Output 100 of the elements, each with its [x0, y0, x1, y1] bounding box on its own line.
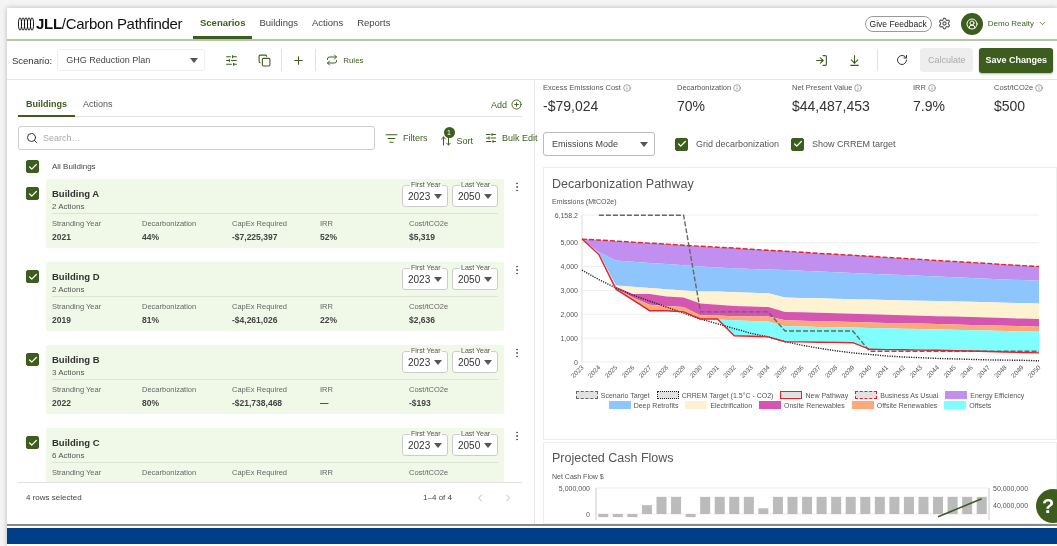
caret-icon — [434, 277, 442, 282]
metric-value: 81% — [142, 315, 160, 325]
checkbox[interactable] — [26, 436, 39, 449]
caret-icon — [190, 57, 199, 63]
tab[interactable]: Actions — [75, 92, 121, 117]
mode-select[interactable]: Emissions Mode — [543, 132, 655, 156]
legend-swatch — [608, 401, 631, 409]
metric-value: 2021 — [52, 232, 72, 242]
legend-swatch — [656, 391, 679, 399]
metric-value: 80% — [142, 398, 160, 408]
help-button[interactable]: ? — [1036, 489, 1057, 523]
caret-icon — [484, 443, 492, 448]
chart-title: Projected Cash Flows — [551, 451, 675, 465]
filters-button[interactable]: Filters — [379, 128, 434, 148]
bar — [598, 514, 609, 518]
avatar[interactable] — [960, 12, 983, 35]
bar — [889, 496, 900, 514]
legend-swatch — [759, 401, 782, 409]
year-value: 2023 — [408, 191, 431, 202]
bar — [758, 508, 769, 514]
rules-button[interactable]: Rules — [320, 51, 370, 69]
bar — [976, 496, 987, 514]
building-name: Building D — [52, 271, 100, 282]
sliders-icon — [485, 132, 497, 144]
nav-tab[interactable]: Scenarios — [193, 8, 253, 39]
search-icon — [26, 132, 38, 144]
bar — [874, 496, 885, 514]
bar — [903, 496, 914, 514]
nav-tab[interactable]: Reports — [350, 8, 398, 39]
checkbox[interactable] — [26, 160, 39, 173]
bar — [947, 496, 958, 514]
bar — [743, 496, 754, 514]
bar — [729, 496, 740, 514]
nav-tab[interactable]: Buildings — [252, 8, 305, 39]
checkbox[interactable] — [26, 353, 39, 366]
save-button[interactable]: Save Changes — [979, 47, 1053, 73]
caret-icon — [434, 194, 442, 199]
checkbox[interactable] — [26, 270, 39, 283]
scenario-select[interactable]: GHG Reduction Plan — [57, 49, 206, 71]
bar — [671, 496, 682, 514]
line-series — [937, 498, 983, 518]
actions-count: 3 Actions — [52, 368, 86, 377]
feedback-button[interactable]: Give Feedback — [864, 15, 932, 32]
checkbox[interactable] — [675, 137, 688, 151]
caret-icon — [484, 194, 492, 199]
bar — [831, 496, 842, 514]
search-field[interactable]: Search… — [18, 126, 375, 150]
bar — [612, 514, 623, 518]
metric-value: $2,636 — [409, 315, 436, 325]
tab[interactable]: Buildings — [18, 92, 75, 117]
logo-icon — [18, 16, 34, 31]
legend-swatch — [575, 391, 598, 399]
legend-swatch — [851, 401, 874, 409]
bar — [816, 496, 827, 514]
metric-value: -$21,738,468 — [232, 398, 284, 408]
chart-title: Decarbonization Pathway — [551, 177, 695, 191]
bar — [918, 496, 929, 514]
metric-value: -$193 — [409, 398, 432, 408]
settings-icon[interactable] — [937, 17, 951, 30]
plus-circle-icon — [511, 99, 522, 110]
caret-icon — [434, 443, 442, 448]
actions-count: 2 Actions — [52, 285, 86, 294]
bulk-edit-button[interactable]: Bulk Edit — [479, 129, 544, 147]
chevron-down-icon — [1038, 19, 1047, 28]
filter-icon — [385, 131, 398, 145]
checkbox[interactable] — [791, 137, 805, 151]
bar — [685, 514, 696, 518]
axis-line — [988, 487, 990, 520]
checkbox[interactable] — [26, 187, 39, 200]
metric-value: -$79,024 — [543, 98, 600, 114]
metric-value: 7.9% — [913, 98, 946, 114]
legend-swatch — [945, 391, 968, 399]
bar — [860, 496, 871, 514]
metric-value: $44,487,453 — [792, 98, 871, 114]
bar — [787, 496, 798, 514]
year-value: 2050 — [458, 191, 481, 202]
legend-swatch — [855, 391, 878, 399]
bar — [700, 496, 711, 514]
scenario-label: Scenario: — [12, 54, 53, 66]
caret-icon — [484, 360, 492, 365]
year-value: 2050 — [458, 274, 481, 285]
metric-value: $500 — [994, 98, 1027, 114]
building-name: Building A — [52, 188, 100, 199]
metric-value: 52% — [320, 232, 338, 242]
actions-count: 6 Actions — [52, 451, 86, 460]
caret-icon — [434, 360, 442, 365]
metric-value: 44% — [142, 232, 160, 242]
legend-swatch — [780, 391, 803, 399]
user-menu[interactable]: Demo Realty — [982, 19, 1057, 28]
building-name: Building B — [52, 354, 100, 365]
add-button[interactable]: Add — [491, 99, 522, 116]
year-value: 2023 — [408, 440, 431, 451]
year-value: 2050 — [458, 440, 481, 451]
nav-tab[interactable]: Actions — [305, 8, 351, 39]
legend-swatch — [685, 401, 708, 409]
actions-count: 2 Actions — [52, 202, 86, 211]
bar — [933, 496, 944, 514]
bar — [802, 496, 813, 514]
metric-value: 2022 — [52, 398, 72, 408]
year-value: 2050 — [458, 357, 481, 368]
